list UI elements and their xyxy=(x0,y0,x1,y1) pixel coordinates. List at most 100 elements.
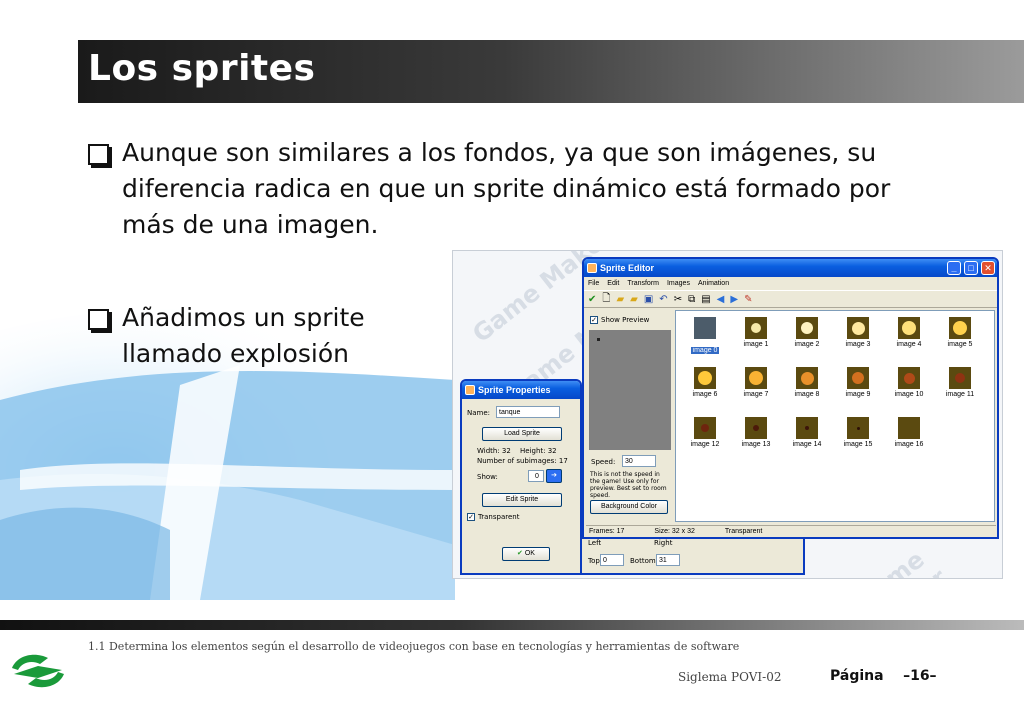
bullet-1: Aunque son similares a los fondos, ya qu… xyxy=(88,135,948,243)
ok-button[interactable]: ✔ OK xyxy=(502,547,550,561)
window-title: Sprite Properties xyxy=(478,385,551,395)
sprite-thumbnail xyxy=(796,367,818,389)
subimage-1[interactable]: image 1 xyxy=(733,317,779,357)
top-field[interactable]: 0 xyxy=(600,554,624,566)
status-size: Size: 32 x 32 xyxy=(654,528,695,535)
left-label: Left xyxy=(588,539,602,547)
save-icon[interactable]: ▣ xyxy=(644,294,653,305)
edit-sprite-label: Edit Sprite xyxy=(505,496,539,503)
explosion-frame-icon xyxy=(902,321,916,335)
ok-label: OK xyxy=(524,550,535,557)
subimage-label: image 2 xyxy=(794,341,820,348)
subimage-4[interactable]: image 4 xyxy=(886,317,932,357)
subimage-13[interactable]: image 13 xyxy=(733,417,779,457)
maximize-button[interactable]: □ xyxy=(964,261,978,275)
game-maker-screenshot: Game Maker Game Maker Game Maker Left Ri… xyxy=(452,250,1003,579)
show-preview-checkbox[interactable]: ✓ xyxy=(590,316,598,324)
bullet-1-text: Aunque son similares a los fondos, ya qu… xyxy=(122,138,891,239)
preview-pane: ✓ Show Preview Speed: 30 This is not the… xyxy=(586,310,672,522)
slide-title: Los sprites xyxy=(88,48,316,89)
close-button[interactable]: ✕ xyxy=(981,261,995,275)
menu-file[interactable]: File xyxy=(588,277,599,290)
undo-icon[interactable]: ↶ xyxy=(659,294,667,305)
subimage-label: image 15 xyxy=(843,441,873,448)
subimage-7[interactable]: image 7 xyxy=(733,367,779,407)
subimage-8[interactable]: image 8 xyxy=(784,367,830,407)
show-field[interactable]: 0 xyxy=(528,470,544,482)
subimage-label: image 4 xyxy=(896,341,922,348)
name-label: Name: xyxy=(467,409,491,417)
sprite-thumbnail xyxy=(847,367,869,389)
subimage-0[interactable]: image 0 xyxy=(682,317,728,357)
subimage-label: image 10 xyxy=(894,391,924,398)
subimage-15[interactable]: image 15 xyxy=(835,417,881,457)
subimage-12[interactable]: image 12 xyxy=(682,417,728,457)
app-icon xyxy=(587,263,597,273)
sprite-thumbnail xyxy=(796,417,818,439)
pencil-icon[interactable]: ✎ xyxy=(744,294,752,305)
subimage-label: image 13 xyxy=(741,441,771,448)
subimage-label: image 6 xyxy=(692,391,718,398)
page-number: –16– xyxy=(903,668,937,684)
speed-note: This is not the speed in the game! Use o… xyxy=(590,471,667,499)
subimage-14[interactable]: image 14 xyxy=(784,417,830,457)
window-title: Sprite Editor xyxy=(600,263,655,273)
new-icon[interactable]: 🗋 xyxy=(602,291,610,308)
check-icon[interactable]: ✔ xyxy=(588,294,596,305)
preview-canvas xyxy=(589,330,671,450)
arrow-right-icon[interactable]: ▶ xyxy=(730,294,738,305)
folder-add-icon[interactable]: ▰ xyxy=(630,294,638,305)
subimage-16[interactable]: image 16 xyxy=(886,417,932,457)
background-color-label: Background Color xyxy=(600,503,658,510)
explosion-frame-icon xyxy=(751,323,761,333)
explosion-frame-icon xyxy=(701,424,709,432)
subimage-2[interactable]: image 2 xyxy=(784,317,830,357)
menu-edit[interactable]: Edit xyxy=(607,277,619,290)
arrow-left-icon[interactable]: ◀ xyxy=(717,294,725,305)
arrow-right-icon[interactable]: ➔ xyxy=(546,469,562,483)
paste-icon[interactable]: ▤ xyxy=(701,294,710,305)
transparent-label: Transparent xyxy=(478,513,520,521)
name-field[interactable]: tanque xyxy=(496,406,560,418)
footer-code: Siglema POVI-02 xyxy=(678,670,782,684)
sprite-thumbnail xyxy=(745,317,767,339)
bottom-field[interactable]: 31 xyxy=(656,554,680,566)
subimage-label: image 5 xyxy=(947,341,973,348)
sprite-editor-titlebar: Sprite Editor _ □ ✕ xyxy=(584,259,997,277)
background-color-button[interactable]: Background Color xyxy=(590,500,668,514)
menu-animation[interactable]: Animation xyxy=(698,277,729,290)
menu-images[interactable]: Images xyxy=(667,277,690,290)
subimage-5[interactable]: image 5 xyxy=(937,317,983,357)
subimage-label: image 14 xyxy=(792,441,822,448)
sprite-thumbnail xyxy=(745,417,767,439)
sprite-thumbnail xyxy=(796,317,818,339)
minimize-button[interactable]: _ xyxy=(947,261,961,275)
subimage-9[interactable]: image 9 xyxy=(835,367,881,407)
subimage-6[interactable]: image 6 xyxy=(682,367,728,407)
explosion-frame-icon xyxy=(753,425,759,431)
checkbox-bullet-icon xyxy=(88,144,109,165)
edit-sprite-button[interactable]: Edit Sprite xyxy=(482,493,562,507)
page-indicator: Página –16– xyxy=(830,668,937,684)
subimage-10[interactable]: image 10 xyxy=(886,367,932,407)
sprite-thumbnail xyxy=(949,317,971,339)
open-folder-icon[interactable]: ▰ xyxy=(616,294,624,305)
subimage-3[interactable]: image 3 xyxy=(835,317,881,357)
subimage-label: image 16 xyxy=(894,441,924,448)
sprite-editor-window: Sprite Editor _ □ ✕ File Edit Transform … xyxy=(582,257,999,539)
speed-field[interactable]: 30 xyxy=(622,455,656,467)
width-text: Width: 32 xyxy=(477,447,511,455)
copy-icon[interactable]: ⧉ xyxy=(688,294,695,305)
sprite-thumbnail xyxy=(694,417,716,439)
subimage-11[interactable]: image 11 xyxy=(937,367,983,407)
subimage-label: image 11 xyxy=(945,391,975,398)
explosion-frame-icon xyxy=(903,372,915,384)
bottom-label: Bottom xyxy=(630,557,656,565)
explosion-frame-icon xyxy=(801,322,813,334)
menu-transform[interactable]: Transform xyxy=(627,277,659,290)
explosion-frame-icon xyxy=(856,426,860,430)
load-sprite-button[interactable]: Load Sprite xyxy=(482,427,562,441)
status-transparent: Transparent xyxy=(724,528,763,535)
transparent-checkbox[interactable]: ✓ xyxy=(467,513,475,521)
cut-icon[interactable]: ✂ xyxy=(674,294,682,305)
